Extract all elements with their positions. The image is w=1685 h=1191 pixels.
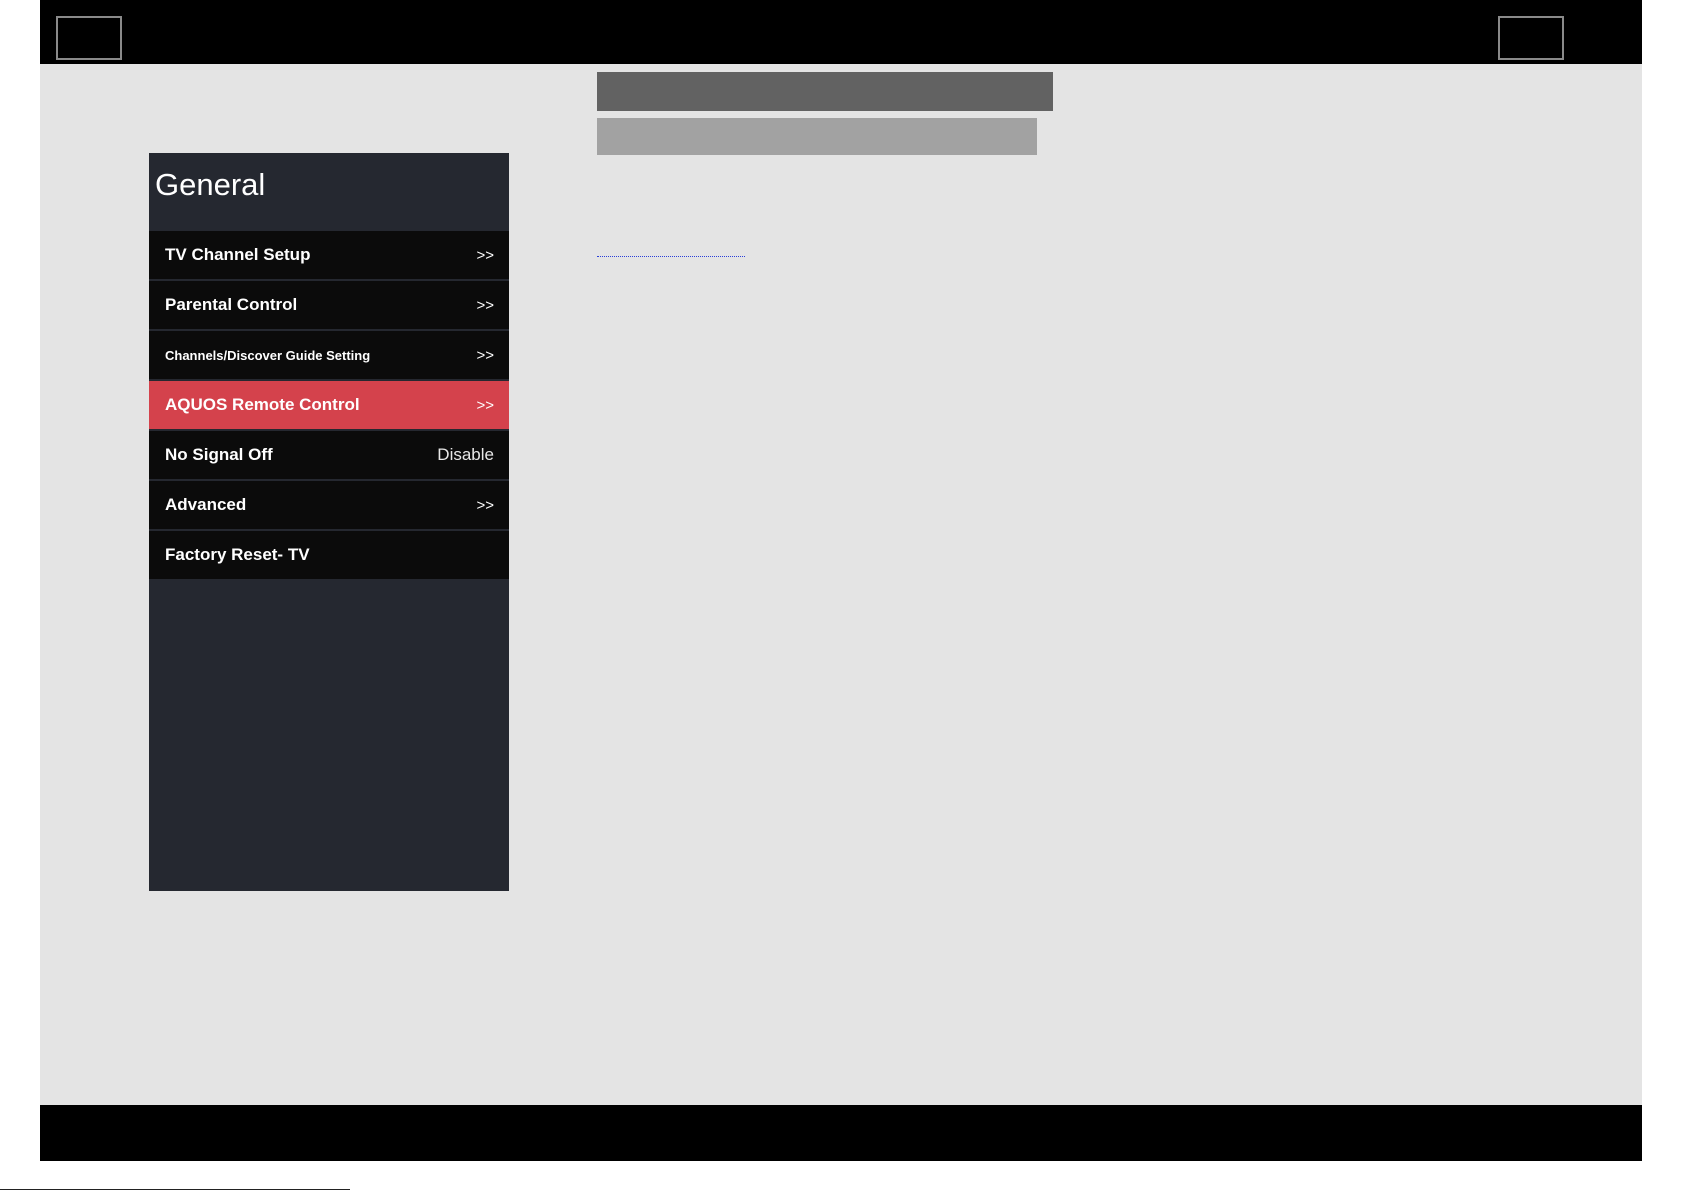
footer-rule (0, 1189, 350, 1190)
settings-menu-panel: General TV Channel Setup >> Parental Con… (149, 153, 509, 891)
chevron-right-icon: >> (476, 496, 494, 514)
menu-list: TV Channel Setup >> Parental Control >> … (149, 231, 509, 581)
menu-item-value: Disable (437, 445, 494, 464)
menu-item-label: AQUOS Remote Control (165, 395, 360, 414)
menu-item-label: Advanced (165, 495, 247, 514)
chevron-right-icon: >> (476, 346, 494, 364)
top-bar (40, 0, 1642, 64)
menu-item-parental-control[interactable]: Parental Control >> (149, 281, 509, 329)
menu-item-aquos-remote-control[interactable]: AQUOS Remote Control >> (149, 381, 509, 429)
page-frame: General TV Channel Setup >> Parental Con… (40, 0, 1642, 1161)
menu-item-no-signal-off[interactable]: No Signal Off Disable (149, 431, 509, 479)
chevron-right-icon: >> (476, 396, 494, 414)
menu-title: General (155, 167, 266, 202)
menu-item-channels-discover-guide-setting[interactable]: Channels/Discover Guide Setting >> (149, 331, 509, 379)
dotted-link[interactable] (597, 256, 745, 257)
previous-page-button[interactable] (56, 16, 122, 60)
chevron-right-icon: >> (476, 296, 494, 314)
menu-item-label: No Signal Off (165, 445, 273, 464)
subheading-bar (597, 118, 1037, 155)
menu-item-factory-reset-tv[interactable]: Factory Reset- TV (149, 531, 509, 579)
menu-item-label: Factory Reset- TV (165, 545, 310, 564)
menu-item-label: Channels/Discover Guide Setting (165, 347, 371, 363)
chevron-right-icon: >> (476, 246, 494, 264)
menu-item-label: Parental Control (165, 295, 298, 314)
bottom-bar (40, 1105, 1642, 1161)
menu-item-label: TV Channel Setup (165, 245, 311, 264)
heading-bar (597, 72, 1053, 111)
next-page-button[interactable] (1498, 16, 1564, 60)
menu-item-tv-channel-setup[interactable]: TV Channel Setup >> (149, 231, 509, 279)
menu-item-advanced[interactable]: Advanced >> (149, 481, 509, 529)
